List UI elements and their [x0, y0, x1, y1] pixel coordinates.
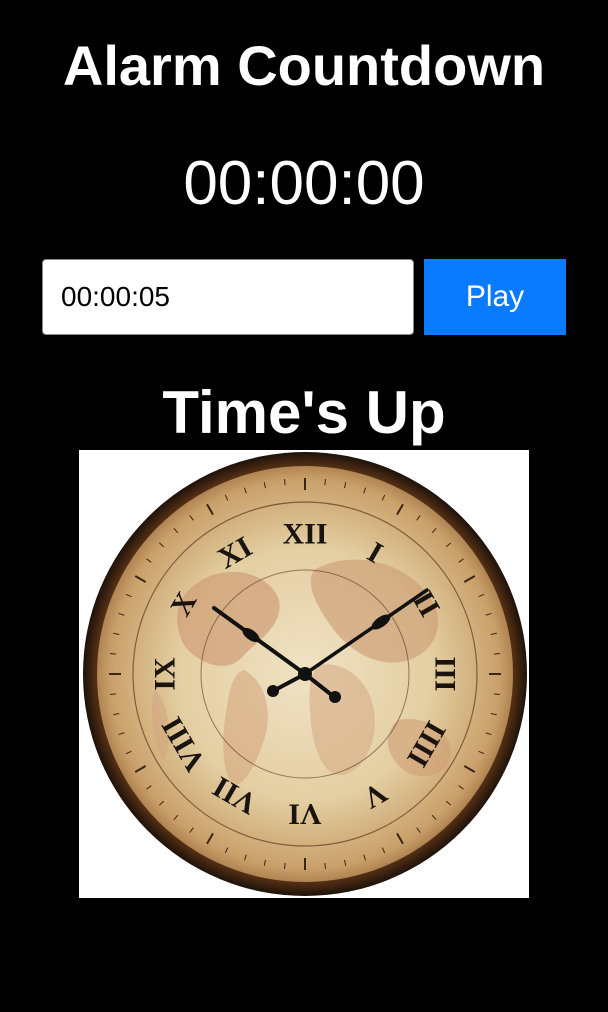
minute-tick [110, 693, 117, 695]
minute-tick [284, 862, 286, 869]
countdown-display: 00:00:00 [183, 149, 425, 218]
app-page: Alarm Countdown 00:00:00 Play Time's Up [0, 0, 608, 1012]
clock-numeral: III [429, 656, 462, 691]
clock-numeral: IX [149, 657, 182, 691]
minute-tick [493, 693, 500, 695]
clock-image: XII I II III IIII V VI VII VIII IX X XI [79, 450, 529, 898]
minute-tick [110, 653, 117, 655]
times-up-message: Time's Up [162, 379, 446, 446]
time-input[interactable] [42, 259, 414, 335]
minute-tick [324, 862, 326, 869]
clock-numeral: XII [282, 518, 327, 551]
vintage-map-clock-illustration: XIIIIIIIIIIIIVVIVIIVIIIIXXXI [83, 452, 527, 896]
play-button[interactable]: Play [424, 259, 566, 335]
minute-tick [324, 479, 326, 486]
minute-tick [284, 479, 286, 486]
minute-tick [493, 653, 500, 655]
page-title: Alarm Countdown [62, 34, 546, 97]
clock-numeral: VI [288, 798, 321, 831]
